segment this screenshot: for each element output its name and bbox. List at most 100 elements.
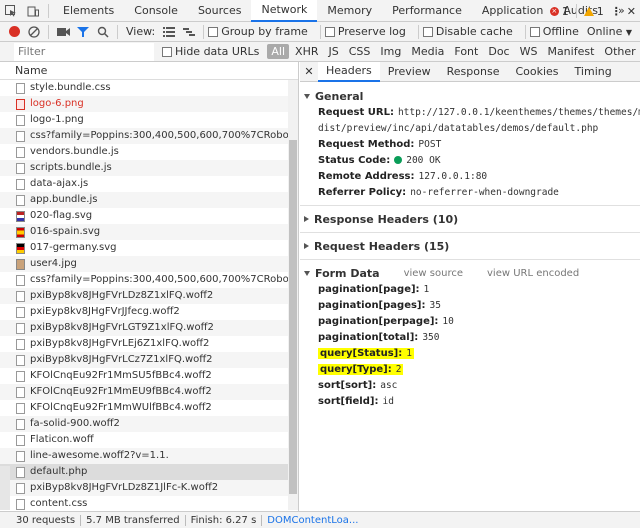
type-filter-xhr[interactable]: XHR [291,44,322,59]
type-filter-js[interactable]: JS [325,44,343,59]
request-row[interactable]: fa-solid-900.woff2 [0,416,298,432]
checkbox-box [529,26,540,37]
close-devtools-icon[interactable]: ✕ [627,5,636,18]
offline-checkbox[interactable]: Offline [529,25,579,38]
request-detail-panel: ✕ Headers Preview Response Cookies Timing Ge… [300,62,640,511]
request-row[interactable]: content.css [0,496,298,511]
clear-icon [28,25,40,38]
filter-input[interactable] [14,42,154,61]
tab-network[interactable]: Network [251,0,318,22]
general-section-toggle[interactable]: General [300,87,640,105]
request-row[interactable]: pxiByp8kv8JHgFVrLGT9Z1xlFQ.woff2 [0,320,298,336]
detail-tab-cookies[interactable]: Cookies [507,62,566,82]
request-row[interactable]: vendors.bundle.js [0,144,298,160]
record-button[interactable] [4,22,24,42]
preserve-log-checkbox[interactable]: Preserve log [324,25,406,38]
request-row[interactable]: data-ajax.js [0,176,298,192]
request-row[interactable]: line-awesome.woff2?v=1.1. [0,448,298,464]
request-row[interactable]: Flaticon.woff [0,432,298,448]
overview-button[interactable] [179,22,199,42]
close-detail-icon[interactable]: ✕ [300,65,318,78]
tab-elements[interactable]: Elements [53,0,124,22]
file-icon [16,114,25,126]
response-headers-toggle[interactable]: Response Headers (10) [300,210,640,228]
flag-de-icon [16,242,25,254]
type-filter-doc[interactable]: Doc [484,44,513,59]
request-row[interactable]: user4.jpg [0,256,298,272]
hide-data-urls-label: Hide data URLs [175,45,260,58]
request-row[interactable]: pxiByp8kv8JHgFVrLEj6Z1xlFQ.woff2 [0,336,298,352]
request-row[interactable]: KFOlCnqEu92Fr1MmSU5fBBc4.woff2 [0,368,298,384]
tab-application[interactable]: Application [472,0,553,22]
throttling-select[interactable]: Online ▼ [587,25,632,38]
request-row[interactable]: scripts.bundle.js [0,160,298,176]
disable-cache-checkbox[interactable]: Disable cache [422,25,513,38]
file-icon [16,498,25,510]
request-method-row: Request Method: POST [300,137,640,153]
request-row[interactable]: css?family=Poppins:300,400,500,600,700%7… [0,272,298,288]
tab-sources[interactable]: Sources [188,0,252,22]
type-filter-media[interactable]: Media [407,44,448,59]
request-name: css?family=Poppins:300,400,500,600,700%7… [30,130,298,141]
request-headers-toggle[interactable]: Request Headers (15) [300,237,640,255]
request-row[interactable]: 020-flag.svg [0,208,298,224]
file-icon [16,146,25,158]
vertical-scrollbar[interactable] [288,80,298,510]
menu-icon[interactable]: ⋮ [611,5,622,18]
view-source-link[interactable]: view source [404,268,463,279]
header-key: Status Code: [318,155,391,166]
form-data-toggle[interactable]: Form Data view source view URL encoded [300,264,640,282]
type-filter-other[interactable]: Other [600,44,639,59]
type-filter-font[interactable]: Font [450,44,482,59]
request-row[interactable]: default.php [0,464,298,480]
divider [575,4,577,18]
filter-toggle-button[interactable] [73,22,93,42]
request-row[interactable]: KFOlCnqEu92Fr1MmWUlfBBc4.woff2 [0,400,298,416]
request-row[interactable]: css?family=Poppins:300,400,500,600,700%7… [0,128,298,144]
form-key: pagination[perpage]: [318,316,439,327]
detail-tab-response[interactable]: Response [439,62,508,82]
request-row[interactable]: pxiByp8kv8JHgFVrLDz8Z1xlFQ.woff2 [0,288,298,304]
screenshot-button[interactable] [53,22,73,42]
type-filter-css[interactable]: CSS [345,44,375,59]
detail-tabs: ✕ Headers Preview Response Cookies Timing [300,62,640,82]
search-button[interactable] [93,22,113,42]
type-filter-ws[interactable]: WS [516,44,542,59]
highlighted-field: query[Status]: 1 [318,348,414,359]
view-url-encoded-link[interactable]: view URL encoded [487,268,579,279]
request-row[interactable]: logo-1.png [0,112,298,128]
group-by-frame-checkbox[interactable]: Group by frame [208,25,308,38]
detail-tab-headers[interactable]: Headers [318,62,380,82]
issue-counters[interactable]: × 1 1 ⋮ ✕ [549,0,636,22]
request-row[interactable]: 016-spain.svg [0,224,298,240]
request-row[interactable]: style.bundle.css [0,80,298,96]
type-filter-manifest[interactable]: Manifest [543,44,598,59]
name-column-header[interactable]: Name [0,62,298,80]
scrollbar-thumb[interactable] [289,140,297,494]
tab-performance[interactable]: Performance [382,0,472,22]
type-filter-img[interactable]: Img [376,44,405,59]
request-row[interactable]: pxiEyp8kv8JHgFVrJJfecg.woff2 [0,304,298,320]
user-icon [16,258,25,270]
triangle-down-icon [304,270,310,276]
highlighted-field: query[Type]: 2 [318,364,404,375]
clear-button[interactable] [24,22,44,42]
divider [117,24,118,39]
detail-tab-preview[interactable]: Preview [380,62,439,82]
hide-data-urls-checkbox[interactable]: Hide data URLs [162,45,259,58]
request-row[interactable]: pxiByp8kv8JHgFVrLCz7Z1xlFQ.woff2 [0,352,298,368]
tab-console[interactable]: Console [124,0,188,22]
type-filter-all[interactable]: All [267,44,290,59]
large-rows-button[interactable] [159,22,179,42]
divider [48,24,49,39]
inspect-element-icon[interactable] [0,0,22,22]
request-row[interactable]: logo-6.png [0,96,298,112]
request-row[interactable]: app.bundle.js [0,192,298,208]
request-row[interactable]: 017-germany.svg [0,240,298,256]
request-name: default.php [30,466,88,477]
device-toggle-icon[interactable] [22,0,44,22]
request-row[interactable]: KFOlCnqEu92Fr1MmEU9fBBc4.woff2 [0,384,298,400]
tab-memory[interactable]: Memory [317,0,382,22]
detail-tab-timing[interactable]: Timing [567,62,620,82]
request-row[interactable]: pxiByp8kv8JHgFVrLDz8Z1JlFc-K.woff2 [0,480,298,496]
